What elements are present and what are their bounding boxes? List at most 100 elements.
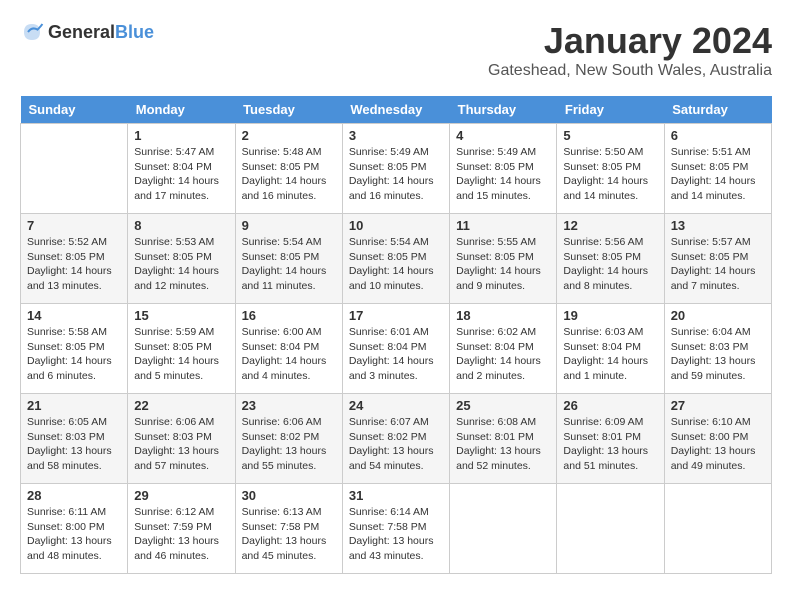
day-number: 7 xyxy=(27,218,121,233)
day-number: 27 xyxy=(671,398,765,413)
week-row-5: 28 Sunrise: 6:11 AM Sunset: 8:00 PM Dayli… xyxy=(21,484,772,574)
day-number: 19 xyxy=(563,308,657,323)
day-number: 25 xyxy=(456,398,550,413)
day-info: Sunrise: 6:12 AM Sunset: 7:59 PM Dayligh… xyxy=(134,505,228,564)
day-info: Sunrise: 5:50 AM Sunset: 8:05 PM Dayligh… xyxy=(563,145,657,204)
calendar-cell xyxy=(557,484,664,574)
calendar-cell: 29 Sunrise: 6:12 AM Sunset: 7:59 PM Dayli… xyxy=(128,484,235,574)
day-info: Sunrise: 6:02 AM Sunset: 8:04 PM Dayligh… xyxy=(456,325,550,384)
calendar-table: SundayMondayTuesdayWednesdayThursdayFrid… xyxy=(20,96,772,574)
calendar-cell: 8Sunrise: 5:53 AM Sunset: 8:05 PM Daylig… xyxy=(128,214,235,304)
day-number: 15 xyxy=(134,308,228,323)
header-thursday: Thursday xyxy=(450,96,557,124)
day-info: Sunrise: 6:13 AM Sunset: 7:58 PM Dayligh… xyxy=(242,505,336,564)
day-info: Sunrise: 6:14 AM Sunset: 7:58 PM Dayligh… xyxy=(349,505,443,564)
week-row-3: 14 Sunrise: 5:58 AM Sunset: 8:05 PM Dayli… xyxy=(21,304,772,394)
calendar-cell: 9 Sunrise: 5:54 AM Sunset: 8:05 PM Daylig… xyxy=(235,214,342,304)
header-wednesday: Wednesday xyxy=(342,96,449,124)
calendar-cell: 7 Sunrise: 5:52 AM Sunset: 8:05 PM Daylig… xyxy=(21,214,128,304)
header-tuesday: Tuesday xyxy=(235,96,342,124)
logo-icon xyxy=(20,20,44,44)
week-row-2: 7 Sunrise: 5:52 AM Sunset: 8:05 PM Daylig… xyxy=(21,214,772,304)
day-number: 26 xyxy=(563,398,657,413)
week-row-1: 1 Sunrise: 5:47 AM Sunset: 8:04 PM Daylig… xyxy=(21,124,772,214)
calendar-cell: 28 Sunrise: 6:11 AM Sunset: 8:00 PM Dayli… xyxy=(21,484,128,574)
calendar-cell: 27 Sunrise: 6:10 AM Sunset: 8:00 PM Dayli… xyxy=(664,394,771,484)
day-number: 14 xyxy=(27,308,121,323)
calendar-cell: 18 Sunrise: 6:02 AM Sunset: 8:04 PM Dayli… xyxy=(450,304,557,394)
header-row: SundayMondayTuesdayWednesdayThursdayFrid… xyxy=(21,96,772,124)
calendar-cell xyxy=(21,124,128,214)
page-header: General Blue January 2024 Gateshead, New… xyxy=(20,20,772,80)
day-info: Sunrise: 5:55 AM Sunset: 8:05 PM Dayligh… xyxy=(456,235,550,294)
day-number: 30 xyxy=(242,488,336,503)
day-info: Sunrise: 5:54 AM Sunset: 8:05 PM Dayligh… xyxy=(242,235,336,294)
calendar-cell: 20Sunrise: 6:04 AM Sunset: 8:03 PM Dayli… xyxy=(664,304,771,394)
calendar-cell: 13 Sunrise: 5:57 AM Sunset: 8:05 PM Dayli… xyxy=(664,214,771,304)
calendar-cell: 10 Sunrise: 5:54 AM Sunset: 8:05 PM Dayli… xyxy=(342,214,449,304)
day-number: 31 xyxy=(349,488,443,503)
day-number: 1 xyxy=(134,128,228,143)
day-number: 16 xyxy=(242,308,336,323)
week-row-4: 21 Sunrise: 6:05 AM Sunset: 8:03 PM Dayli… xyxy=(21,394,772,484)
calendar-cell: 31 Sunrise: 6:14 AM Sunset: 7:58 PM Dayli… xyxy=(342,484,449,574)
calendar-cell: 6 Sunrise: 5:51 AM Sunset: 8:05 PM Daylig… xyxy=(664,124,771,214)
calendar-cell: 25 Sunrise: 6:08 AM Sunset: 8:01 PM Dayli… xyxy=(450,394,557,484)
day-number: 21 xyxy=(27,398,121,413)
day-info: Sunrise: 5:52 AM Sunset: 8:05 PM Dayligh… xyxy=(27,235,121,294)
day-number: 9 xyxy=(242,218,336,233)
day-info: Sunrise: 6:07 AM Sunset: 8:02 PM Dayligh… xyxy=(349,415,443,474)
day-info: Sunrise: 5:47 AM Sunset: 8:04 PM Dayligh… xyxy=(134,145,228,204)
day-number: 6 xyxy=(671,128,765,143)
calendar-cell: 16 Sunrise: 6:00 AM Sunset: 8:04 PM Dayli… xyxy=(235,304,342,394)
day-info: Sunrise: 6:05 AM Sunset: 8:03 PM Dayligh… xyxy=(27,415,121,474)
calendar-header: SundayMondayTuesdayWednesdayThursdayFrid… xyxy=(21,96,772,124)
header-sunday: Sunday xyxy=(21,96,128,124)
day-info: Sunrise: 6:04 AM Sunset: 8:03 PM Dayligh… xyxy=(671,325,765,384)
day-info: Sunrise: 6:08 AM Sunset: 8:01 PM Dayligh… xyxy=(456,415,550,474)
day-info: Sunrise: 6:01 AM Sunset: 8:04 PM Dayligh… xyxy=(349,325,443,384)
day-info: Sunrise: 6:06 AM Sunset: 8:03 PM Dayligh… xyxy=(134,415,228,474)
day-info: Sunrise: 6:06 AM Sunset: 8:02 PM Dayligh… xyxy=(242,415,336,474)
calendar-cell: 5 Sunrise: 5:50 AM Sunset: 8:05 PM Daylig… xyxy=(557,124,664,214)
day-info: Sunrise: 6:11 AM Sunset: 8:00 PM Dayligh… xyxy=(27,505,121,564)
day-info: Sunrise: 6:03 AM Sunset: 8:04 PM Dayligh… xyxy=(563,325,657,384)
calendar-body: 1 Sunrise: 5:47 AM Sunset: 8:04 PM Daylig… xyxy=(21,124,772,574)
day-info: Sunrise: 5:54 AM Sunset: 8:05 PM Dayligh… xyxy=(349,235,443,294)
day-number: 28 xyxy=(27,488,121,503)
day-number: 18 xyxy=(456,308,550,323)
day-number: 29 xyxy=(134,488,228,503)
day-info: Sunrise: 5:57 AM Sunset: 8:05 PM Dayligh… xyxy=(671,235,765,294)
header-monday: Monday xyxy=(128,96,235,124)
calendar-cell: 4Sunrise: 5:49 AM Sunset: 8:05 PM Daylig… xyxy=(450,124,557,214)
day-number: 12 xyxy=(563,218,657,233)
day-number: 5 xyxy=(563,128,657,143)
logo-general: General xyxy=(48,22,115,43)
day-number: 8 xyxy=(134,218,228,233)
header-friday: Friday xyxy=(557,96,664,124)
calendar-cell: 3Sunrise: 5:49 AM Sunset: 8:05 PM Daylig… xyxy=(342,124,449,214)
calendar-cell: 17 Sunrise: 6:01 AM Sunset: 8:04 PM Dayli… xyxy=(342,304,449,394)
title-section: January 2024 Gateshead, New South Wales,… xyxy=(488,20,772,80)
day-number: 4 xyxy=(456,128,550,143)
location-subtitle: Gateshead, New South Wales, Australia xyxy=(488,62,772,80)
day-number: 13 xyxy=(671,218,765,233)
day-info: Sunrise: 5:56 AM Sunset: 8:05 PM Dayligh… xyxy=(563,235,657,294)
day-number: 11 xyxy=(456,218,550,233)
calendar-cell: 2Sunrise: 5:48 AM Sunset: 8:05 PM Daylig… xyxy=(235,124,342,214)
day-info: Sunrise: 6:10 AM Sunset: 8:00 PM Dayligh… xyxy=(671,415,765,474)
day-info: Sunrise: 6:09 AM Sunset: 8:01 PM Dayligh… xyxy=(563,415,657,474)
calendar-cell: 19 Sunrise: 6:03 AM Sunset: 8:04 PM Dayli… xyxy=(557,304,664,394)
day-number: 17 xyxy=(349,308,443,323)
calendar-cell xyxy=(450,484,557,574)
calendar-cell: 12 Sunrise: 5:56 AM Sunset: 8:05 PM Dayli… xyxy=(557,214,664,304)
calendar-cell: 24Sunrise: 6:07 AM Sunset: 8:02 PM Dayli… xyxy=(342,394,449,484)
day-info: Sunrise: 6:00 AM Sunset: 8:04 PM Dayligh… xyxy=(242,325,336,384)
day-number: 23 xyxy=(242,398,336,413)
calendar-cell: 14 Sunrise: 5:58 AM Sunset: 8:05 PM Dayli… xyxy=(21,304,128,394)
calendar-cell: 30 Sunrise: 6:13 AM Sunset: 7:58 PM Dayli… xyxy=(235,484,342,574)
day-info: Sunrise: 5:58 AM Sunset: 8:05 PM Dayligh… xyxy=(27,325,121,384)
day-info: Sunrise: 5:51 AM Sunset: 8:05 PM Dayligh… xyxy=(671,145,765,204)
day-number: 10 xyxy=(349,218,443,233)
calendar-cell: 22Sunrise: 6:06 AM Sunset: 8:03 PM Dayli… xyxy=(128,394,235,484)
